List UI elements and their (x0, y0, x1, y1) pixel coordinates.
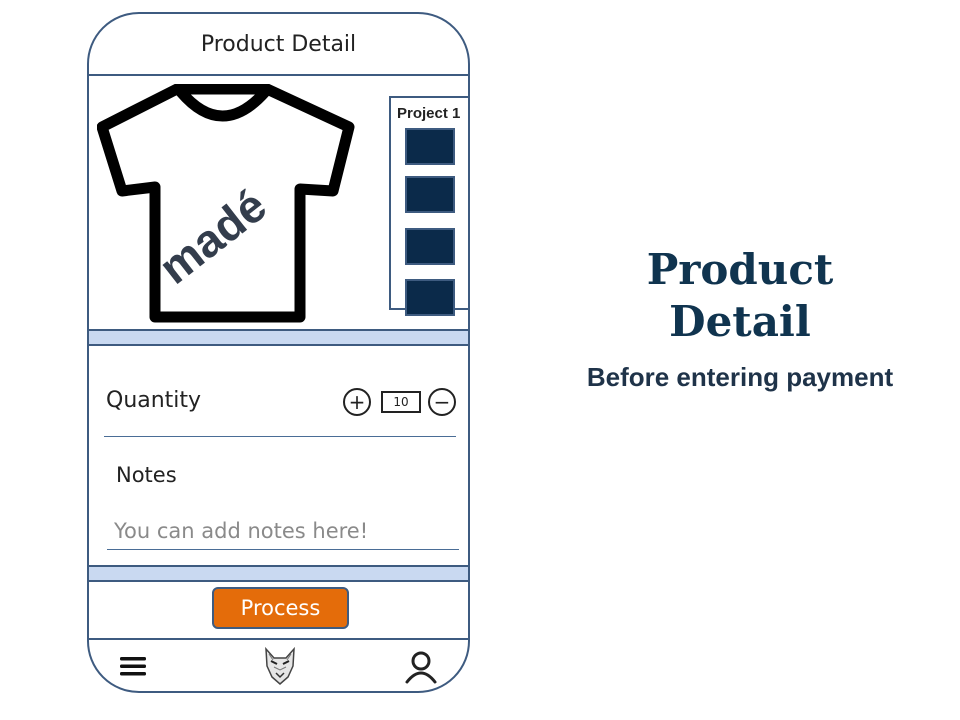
quantity-value[interactable]: 10 (381, 391, 421, 413)
menu-icon[interactable] (119, 654, 147, 678)
phone-frame: Product Detail madé Project 1 Quantity +… (87, 12, 470, 693)
notes-underline (107, 549, 459, 550)
slide-title: Product Detail (646, 245, 834, 346)
swatch-panel: Project 1 (389, 96, 468, 316)
quantity-separator (104, 436, 456, 437)
swatch-2[interactable] (405, 176, 455, 213)
swatch-4[interactable] (405, 279, 455, 316)
bottom-nav-divider (89, 638, 468, 640)
product-tshirt-image[interactable]: madé (97, 84, 357, 324)
decrement-button[interactable]: − (428, 388, 456, 416)
quantity-label: Quantity (106, 388, 202, 413)
header-divider (89, 74, 468, 76)
swatch-1[interactable] (405, 128, 455, 165)
section-divider-bottom (89, 565, 468, 582)
minus-icon: − (433, 390, 451, 414)
user-profile-icon[interactable] (404, 650, 438, 684)
notes-label: Notes (116, 463, 177, 487)
section-divider-top (89, 329, 468, 346)
process-button[interactable]: Process (212, 587, 349, 629)
swatch-panel-title: Project 1 (397, 105, 461, 122)
plus-icon: + (348, 390, 366, 414)
page-title: Product Detail (200, 32, 357, 57)
wolf-logo-icon[interactable] (261, 646, 299, 686)
notes-input[interactable] (109, 514, 457, 548)
slide-subtitle: Before entering payment (586, 362, 894, 392)
increment-button[interactable]: + (343, 388, 371, 416)
swatch-3[interactable] (405, 228, 455, 265)
